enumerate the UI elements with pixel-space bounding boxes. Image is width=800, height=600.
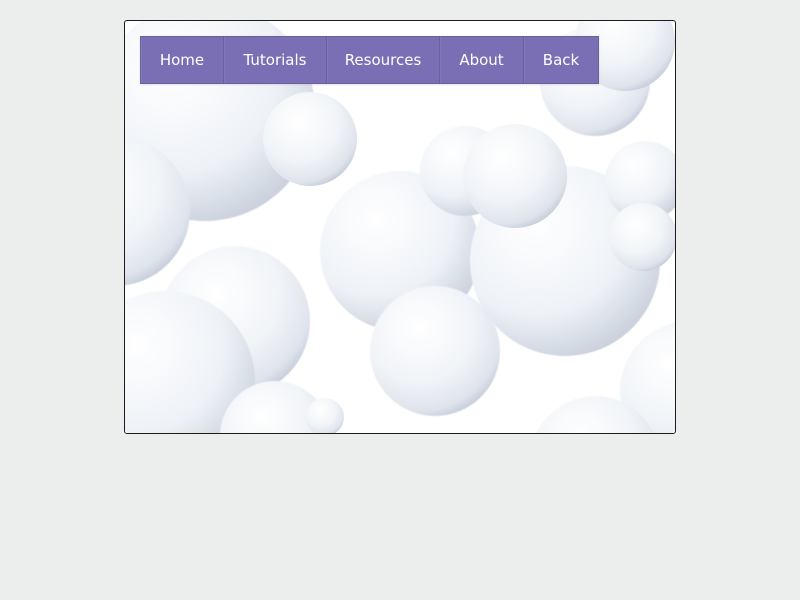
nav-back[interactable]: Back	[524, 37, 598, 83]
demo-frame: Home Tutorials Resources About Back	[124, 20, 676, 434]
nav-about[interactable]: About	[440, 37, 524, 83]
blob-sphere-right	[463, 124, 567, 228]
nav-resources[interactable]: Resources	[327, 37, 440, 83]
blob-sphere-top	[263, 92, 357, 186]
main-nav: Home Tutorials Resources About Back	[140, 36, 599, 84]
nav-home[interactable]: Home	[141, 37, 224, 83]
blob-sphere-far-right	[609, 203, 675, 271]
nav-tutorials[interactable]: Tutorials	[224, 37, 327, 83]
